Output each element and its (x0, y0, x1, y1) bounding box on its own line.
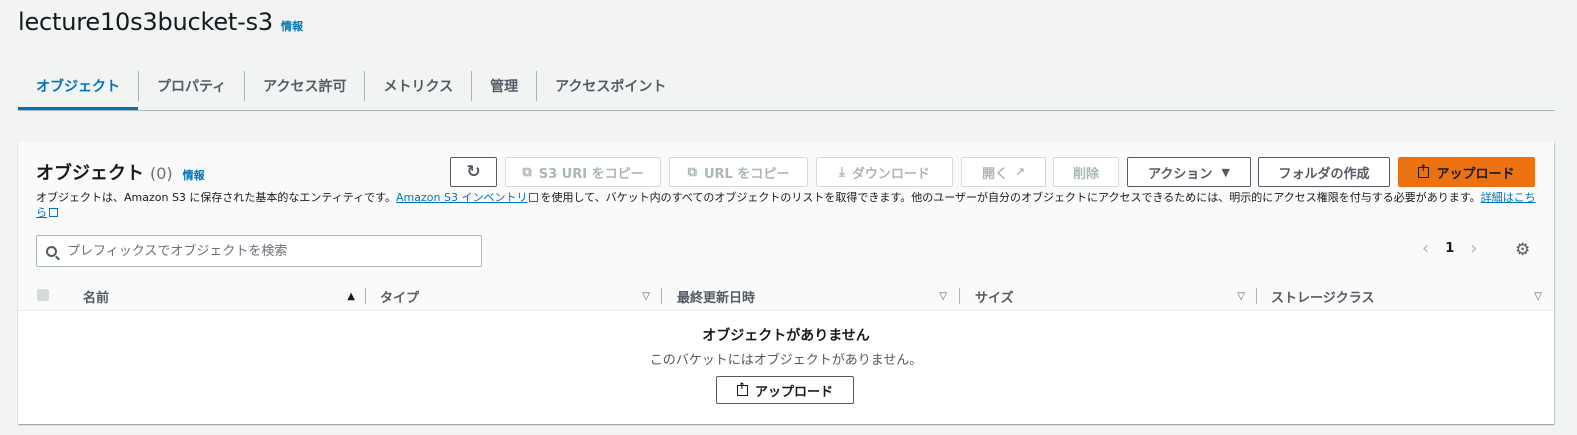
empty-state-subtitle: このバケットにはオブジェクトがありません。 (649, 353, 923, 368)
tab-metrics[interactable]: メトリクス (364, 71, 471, 101)
column-divider[interactable] (959, 288, 960, 304)
tab-objects[interactable]: オブジェクト (18, 62, 138, 110)
open-label: 開く (981, 166, 1008, 182)
actions-label: アクション (1148, 166, 1213, 182)
column-size[interactable]: サイズ ▽ (975, 282, 1251, 310)
refresh-icon: ↻ (466, 162, 481, 182)
inventory-link[interactable]: Amazon S3 インベントリ (396, 191, 527, 204)
tab-bar: オブジェクト プロパティ アクセス許可 メトリクス 管理 アクセスポイント (18, 62, 1555, 111)
gear-icon[interactable]: ⚙ (1515, 240, 1530, 260)
empty-upload-button[interactable]: アップロード (716, 376, 854, 404)
pagination: ‹ 1 › (1422, 238, 1477, 259)
select-all-checkbox[interactable] (37, 289, 49, 301)
column-type-label: タイプ (380, 290, 420, 306)
column-name[interactable]: 名前 ▲ (83, 282, 361, 310)
tab-management[interactable]: 管理 (471, 71, 536, 101)
column-last-modified-label: 最終更新日時 (677, 290, 756, 306)
copy-icon: ⧉ (687, 164, 697, 180)
page-title: lecture10s3bucket-s3 (18, 8, 273, 36)
page-number[interactable]: 1 (1445, 241, 1454, 256)
upload-icon (1418, 164, 1430, 178)
search-box (36, 235, 482, 267)
external-link-icon (49, 208, 58, 217)
empty-upload-label: アップロード (754, 384, 833, 400)
tab-access-points[interactable]: アクセスポイント (536, 71, 684, 101)
sort-icon: ▽ (642, 290, 650, 302)
delete-button[interactable]: 削除 (1053, 157, 1119, 187)
panel-title: オブジェクト (0) 情報 (36, 159, 205, 185)
upload-button[interactable]: アップロード (1398, 157, 1535, 187)
copy-s3-uri-label: S3 URI をコピー (538, 166, 644, 182)
chevron-left-icon[interactable]: ‹ (1422, 238, 1429, 259)
column-divider[interactable] (365, 288, 366, 304)
tab-properties[interactable]: プロパティ (138, 71, 244, 101)
copy-url-button[interactable]: ⧉ URL をコピー (669, 157, 808, 187)
empty-state-title: オブジェクトがありません (702, 328, 870, 344)
description-prefix: オブジェクトは、Amazon S3 に保存された基本的なエンティティです。 (36, 191, 397, 204)
download-icon: ⤓ (839, 164, 845, 180)
download-label: ダウンロード (851, 166, 930, 182)
delete-label: 削除 (1072, 166, 1099, 182)
search-input[interactable] (65, 242, 469, 260)
info-link[interactable]: 情報 (281, 18, 303, 34)
column-divider[interactable] (1256, 288, 1257, 304)
actions-dropdown[interactable]: アクション ▼ (1127, 157, 1251, 187)
external-link-icon: ↗ (1014, 165, 1026, 179)
search-icon (46, 245, 57, 257)
sort-icon: ▽ (1237, 290, 1245, 302)
panel-info-link[interactable]: 情報 (183, 167, 205, 183)
sort-ascending-icon: ▲ (347, 290, 355, 302)
panel-description: オブジェクトは、Amazon S3 に保存された基本的なエンティティです。Ama… (36, 190, 1536, 220)
copy-url-label: URL をコピー (703, 166, 790, 182)
sort-icon: ▽ (939, 290, 947, 302)
column-size-label: サイズ (975, 290, 1014, 306)
column-name-label: 名前 (83, 290, 110, 306)
column-storage-class-label: ストレージクラス (1271, 290, 1375, 306)
chevron-right-icon[interactable]: › (1470, 238, 1477, 259)
create-folder-button[interactable]: フォルダの作成 (1258, 157, 1390, 187)
copy-icon: ⧉ (522, 164, 532, 180)
object-count: (0) (150, 164, 173, 183)
objects-panel: オブジェクト (0) 情報 ↻ ⧉ S3 URI をコピー ⧉ URL をコピー… (18, 142, 1554, 424)
caret-down-icon: ▼ (1221, 165, 1230, 179)
column-divider[interactable] (661, 288, 662, 304)
tab-permissions[interactable]: アクセス許可 (244, 71, 364, 101)
refresh-button[interactable]: ↻ (450, 157, 497, 187)
sort-icon: ▽ (1534, 290, 1542, 302)
copy-s3-uri-button[interactable]: ⧉ S3 URI をコピー (505, 157, 661, 187)
description-middle: を使用して、バケット内のすべてのオブジェクトのリストを取得できます。他のユーザー… (540, 191, 1481, 204)
panel-heading: オブジェクト (36, 163, 144, 184)
page-header: lecture10s3bucket-s3 情報 (18, 8, 303, 36)
column-last-modified[interactable]: 最終更新日時 ▽ (677, 282, 953, 310)
column-type[interactable]: タイプ ▽ (380, 282, 656, 310)
open-button[interactable]: 開く ↗ (961, 157, 1046, 187)
external-link-icon (529, 193, 539, 202)
upload-label: アップロード (1436, 166, 1515, 182)
column-storage-class[interactable]: ストレージクラス ▽ (1271, 282, 1548, 310)
create-folder-label: フォルダの作成 (1278, 166, 1370, 182)
download-button[interactable]: ⤓ ダウンロード (816, 157, 953, 187)
upload-icon (736, 382, 748, 396)
